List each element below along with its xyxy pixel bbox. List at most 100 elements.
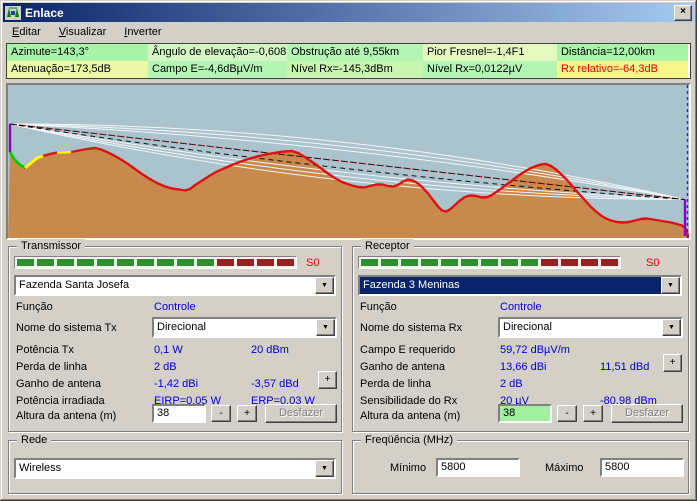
rx-antenna-height-input[interactable]: 38: [498, 404, 552, 423]
meter-segment-green: [441, 259, 458, 266]
tx-antenna-gain-dbd: -3,57 dBd: [251, 378, 299, 390]
menubar: Editar Visualizar Inverter: [3, 23, 694, 41]
tx-system-label: Nome do sistema Tx: [16, 322, 117, 334]
meter-segment-green: [381, 259, 398, 266]
tx-line-loss-value: 2 dB: [154, 361, 177, 373]
meter-segment-green: [137, 259, 154, 266]
meter-segment-green: [17, 259, 34, 266]
meter-segment-green: [37, 259, 54, 266]
meter-segment-red: [581, 259, 598, 266]
status-obstrucao: Obstrução até 9,55km: [287, 44, 423, 61]
tx-system-dropdown-arrow[interactable]: ▼: [316, 319, 335, 336]
status-row-2: Atenuação=173,5dB Campo E=-4,6dBµV/m Nív…: [7, 61, 690, 78]
link-status-panel: Azimute=143,3° Ângulo de elevação=-0,608…: [6, 43, 691, 79]
rx-antenna-gain-plus-button[interactable]: +: [663, 354, 682, 372]
rx-site-select[interactable]: Fazenda 3 Meninas ▼: [358, 275, 682, 296]
tx-height-decrease-button[interactable]: -: [211, 405, 231, 422]
tx-power-dbm: 20 dBm: [251, 344, 289, 356]
meter-segment-green: [197, 259, 214, 266]
frequency-max-input[interactable]: 5800: [600, 458, 684, 477]
status-azimute: Azimute=143,3°: [7, 44, 148, 61]
tx-antenna-gain-plus-button[interactable]: +: [318, 371, 337, 389]
rx-required-field-value: 59,72 dBµV/m: [500, 344, 570, 356]
tx-radiated-power-label: Potência irradiada: [16, 395, 105, 407]
rx-system-dropdown-arrow[interactable]: ▼: [662, 319, 681, 336]
meter-segment-red: [277, 259, 294, 266]
tx-antenna-gain-dbi: -1,42 dBi: [154, 378, 198, 390]
tx-antenna-height-input[interactable]: 38: [152, 404, 206, 423]
meter-segment-red: [257, 259, 274, 266]
rx-height-decrease-button[interactable]: -: [557, 405, 577, 422]
frequency-max-label: Máximo: [545, 462, 584, 474]
status-nivel-rx-uv: Nível Rx=0,0122µV: [423, 61, 557, 78]
status-pior-fresnel: Pior Fresnel=-1,4F1: [423, 44, 557, 61]
status-row-1: Azimute=143,3° Ângulo de elevação=-0,608…: [7, 44, 690, 61]
rx-required-field-label: Campo E requerido: [360, 344, 455, 356]
frequency-group-title: Freqüência (MHz): [361, 433, 457, 447]
meter-segment-green: [57, 259, 74, 266]
meter-segment-green: [361, 259, 378, 266]
close-button[interactable]: ×: [674, 5, 692, 21]
tx-s-units-label: S0: [306, 257, 319, 269]
rx-antenna-gain-dbi: 13,66 dBi: [500, 361, 546, 373]
transmitter-group-title: Transmissor: [17, 239, 85, 253]
window-title: Enlace: [25, 6, 64, 20]
tx-line-loss-label: Perda de linha: [16, 361, 87, 373]
meter-segment-green: [97, 259, 114, 266]
status-rx-relativo: Rx relativo=-64,3dB: [557, 61, 688, 78]
titlebar: Enlace ×: [3, 3, 694, 22]
rx-antenna-gain-dbd: 11,51 dBd: [600, 361, 649, 373]
status-nivel-rx-dbm: Nível Rx=-145,3dBm: [287, 61, 423, 78]
network-dropdown-arrow[interactable]: ▼: [315, 460, 334, 477]
status-campo-e: Campo E=-4,6dBµV/m: [148, 61, 287, 78]
rx-s-units-label: S0: [646, 257, 659, 269]
rx-sensitivity-label: Sensibilidade do Rx: [360, 395, 457, 407]
menu-editar[interactable]: Editar: [3, 24, 50, 40]
tx-power-label: Potência Tx: [16, 344, 74, 356]
meter-segment-green: [77, 259, 94, 266]
terrain-profile-chart: [6, 83, 691, 240]
rx-antenna-height-label: Altura da antena (m): [360, 410, 460, 422]
rx-undo-button[interactable]: Desfazer: [611, 404, 683, 423]
rx-site-dropdown-arrow[interactable]: ▼: [661, 277, 680, 294]
rx-funcao-label: Função: [360, 301, 397, 313]
meter-segment-green: [401, 259, 418, 266]
tx-antenna-gain-label: Ganho de antena: [16, 378, 101, 390]
meter-segment-green: [461, 259, 478, 266]
frequency-min-label: Mínimo: [390, 462, 426, 474]
rx-antenna-gain-label: Ganho de antena: [360, 361, 445, 373]
rx-height-increase-button[interactable]: +: [583, 405, 603, 422]
status-distancia: Distância=12,00km: [557, 44, 688, 61]
menu-inverter[interactable]: Inverter: [115, 24, 170, 40]
rx-funcao-value: Controle: [500, 301, 542, 313]
tx-height-increase-button[interactable]: +: [237, 405, 257, 422]
meter-segment-green: [157, 259, 174, 266]
status-angulo-elevacao: Ângulo de elevação=-0,608°: [148, 44, 287, 61]
meter-segment-green: [117, 259, 134, 266]
receiver-group-title: Receptor: [361, 239, 414, 253]
tx-funcao-label: Função: [16, 301, 53, 313]
rx-system-select[interactable]: Direcional ▼: [498, 317, 683, 338]
meter-segment-green: [501, 259, 518, 266]
enlace-window: Enlace × Editar Visualizar Inverter Azim…: [0, 0, 697, 501]
status-atenuacao: Atenuação=173,5dB: [7, 61, 148, 78]
tx-site-dropdown-arrow[interactable]: ▼: [315, 277, 334, 294]
tx-antenna-height-label: Altura da antena (m): [16, 410, 116, 422]
menu-visualizar[interactable]: Visualizar: [50, 24, 116, 40]
tx-system-select[interactable]: Direcional ▼: [152, 317, 337, 338]
tx-signal-meter: [14, 256, 297, 269]
tx-funcao-value: Controle: [154, 301, 196, 313]
meter-segment-red: [541, 259, 558, 266]
app-icon: [5, 5, 21, 21]
meter-segment-green: [521, 259, 538, 266]
tx-site-select[interactable]: Fazenda Santa Josefa ▼: [14, 275, 336, 296]
meter-segment-red: [217, 259, 234, 266]
profile-marginal-yellow-dash: [57, 152, 71, 153]
meter-segment-red: [561, 259, 578, 266]
frequency-min-input[interactable]: 5800: [436, 458, 520, 477]
network-select[interactable]: Wireless ▼: [14, 458, 336, 479]
tx-undo-button[interactable]: Desfazer: [265, 404, 337, 423]
network-group-title: Rede: [17, 433, 51, 447]
rx-line-loss-label: Perda de linha: [360, 378, 431, 390]
meter-segment-green: [421, 259, 438, 266]
